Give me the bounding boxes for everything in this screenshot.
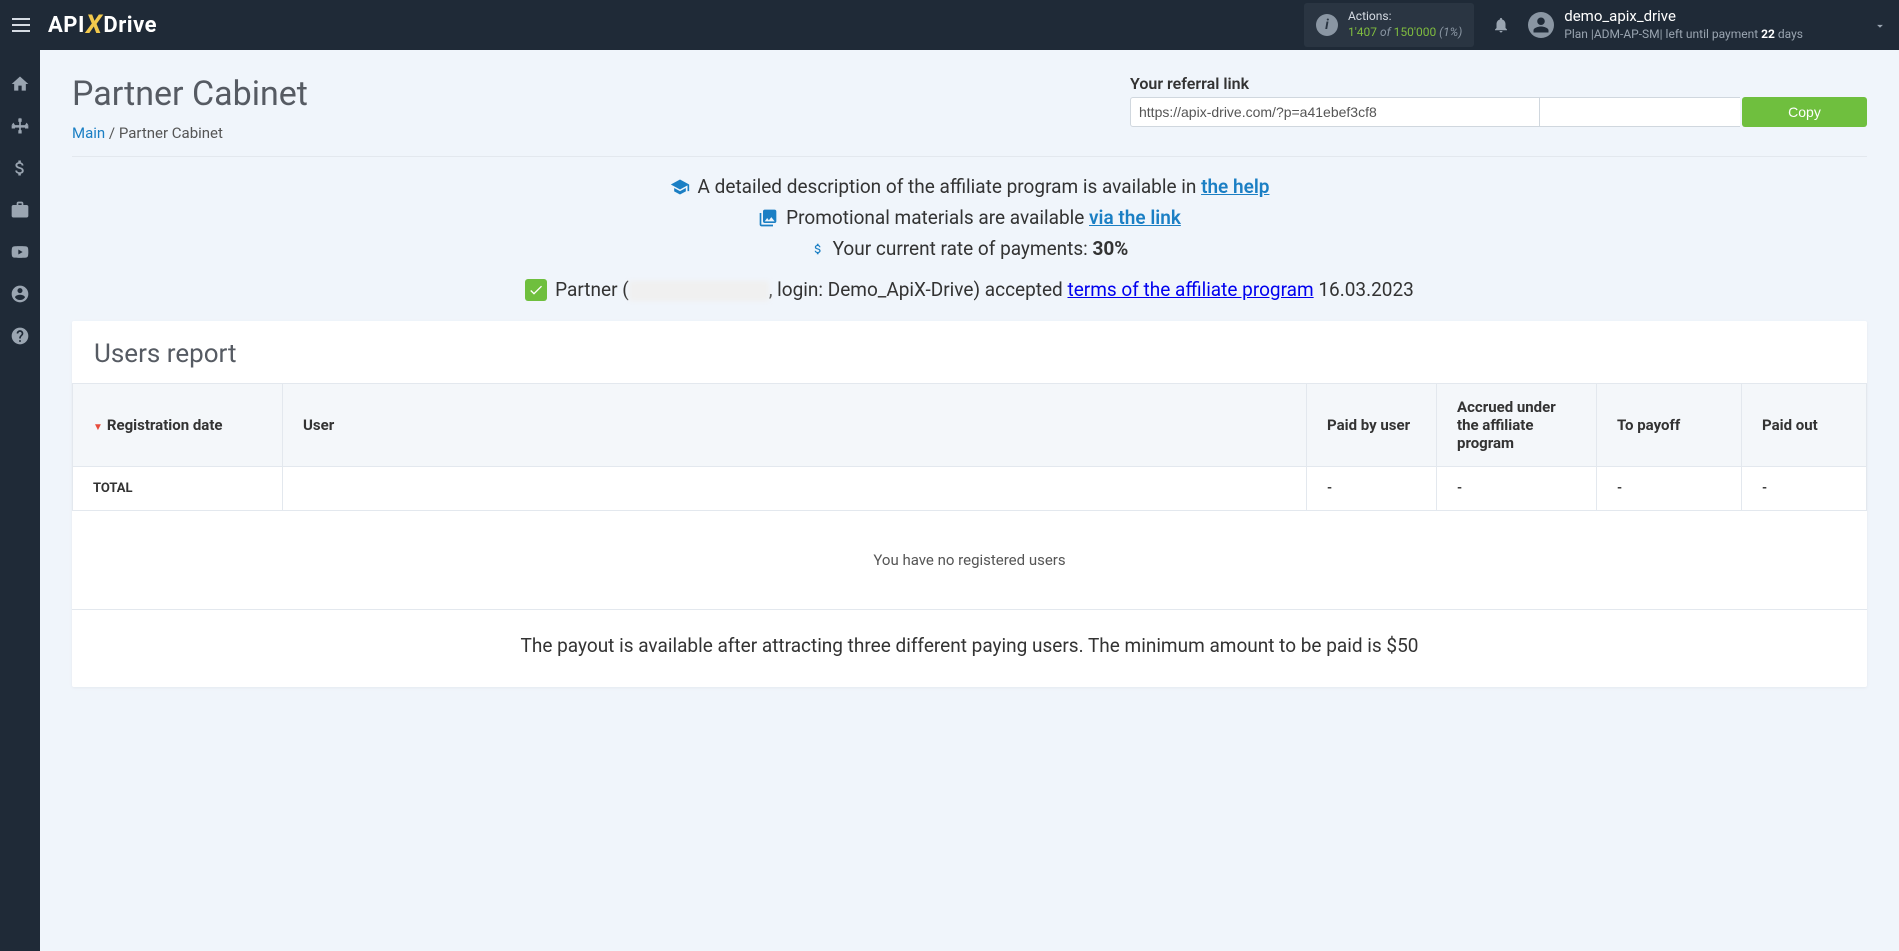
breadcrumb-current: Partner Cabinet [119, 124, 223, 142]
col-user[interactable]: User [283, 384, 1307, 467]
youtube-icon[interactable] [10, 242, 30, 262]
plan-info: Plan |ADM-AP-SM| left until payment 22 d… [1564, 27, 1803, 43]
col-paid-out[interactable]: Paid out [1742, 384, 1867, 467]
check-icon [525, 279, 547, 301]
referral-label: Your referral link [1130, 74, 1867, 93]
user-menu[interactable]: demo_apix_drive Plan |ADM-AP-SM| left un… [1528, 7, 1887, 42]
top-header: APIXDrive i Actions: 1'407 of 150'000 (1… [0, 0, 1899, 50]
empty-message: You have no registered users [72, 511, 1867, 609]
col-accrued[interactable]: Accrued under the affiliate program [1437, 384, 1597, 467]
payout-note: The payout is available after attracting… [72, 609, 1867, 687]
users-report-card: Users report ▼Registration date User Pai… [72, 321, 1867, 687]
total-row: TOTAL - - - - [73, 467, 1867, 511]
menu-toggle-icon[interactable] [12, 13, 36, 37]
total-label: TOTAL [73, 467, 283, 511]
username: demo_apix_drive [1564, 7, 1803, 27]
sidebar [0, 50, 40, 951]
dollar-icon[interactable] [10, 158, 30, 178]
referral-blur [1540, 97, 1740, 127]
help-link[interactable]: the help [1201, 175, 1269, 198]
dollar-icon-inline [811, 240, 825, 258]
copy-button[interactable]: Copy [1742, 97, 1867, 127]
help-icon[interactable] [10, 326, 30, 346]
col-to-payoff[interactable]: To payoff [1597, 384, 1742, 467]
connections-icon[interactable] [10, 116, 30, 136]
col-paid-by-user[interactable]: Paid by user [1307, 384, 1437, 467]
partner-name-blur [629, 281, 769, 301]
referral-link-input[interactable] [1130, 97, 1540, 127]
briefcase-icon[interactable] [10, 200, 30, 220]
main-content: Partner Cabinet Main / Partner Cabinet Y… [40, 50, 1899, 711]
actions-current: 1'407 [1348, 25, 1377, 39]
sort-desc-icon: ▼ [93, 422, 103, 433]
page-title: Partner Cabinet [72, 74, 308, 114]
user-icon[interactable] [10, 284, 30, 304]
info-section: A detailed description of the affiliate … [72, 175, 1867, 301]
actions-counter[interactable]: i Actions: 1'407 of 150'000 (1%) [1304, 3, 1474, 46]
users-report-table: ▼Registration date User Paid by user Acc… [72, 383, 1867, 511]
col-registration-date[interactable]: ▼Registration date [73, 384, 283, 467]
home-icon[interactable] [10, 74, 30, 94]
graduation-cap-icon [670, 177, 690, 197]
avatar-icon [1528, 12, 1554, 38]
breadcrumb: Main / Partner Cabinet [72, 124, 308, 142]
info-icon: i [1316, 14, 1338, 36]
promo-link[interactable]: via the link [1089, 206, 1181, 229]
breadcrumb-main[interactable]: Main [72, 124, 105, 142]
terms-link[interactable]: terms of the affiliate program [1067, 278, 1313, 301]
payment-rate: 30% [1093, 237, 1129, 260]
bell-icon[interactable] [1492, 16, 1510, 34]
report-title: Users report [72, 339, 1867, 383]
chevron-down-icon [1873, 18, 1887, 32]
actions-max: 150'000 [1394, 25, 1437, 39]
actions-label: Actions: [1348, 9, 1462, 25]
logo[interactable]: APIXDrive [48, 10, 157, 40]
images-icon [758, 208, 778, 228]
